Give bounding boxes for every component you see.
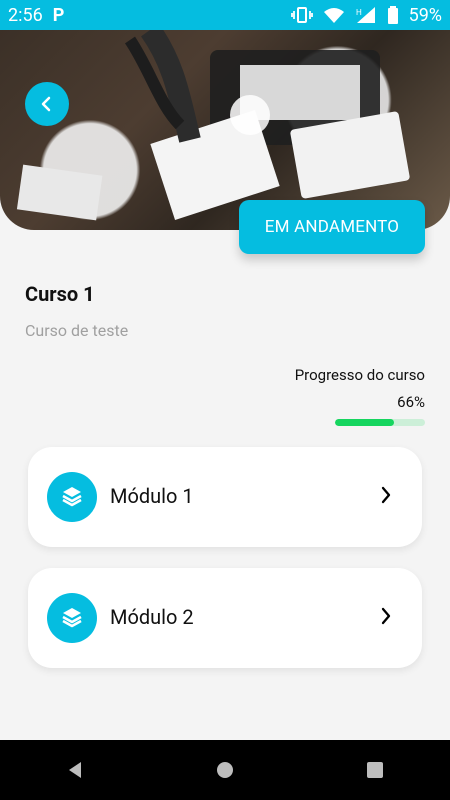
progress-label: Progresso do curso bbox=[294, 366, 425, 384]
recents-square-icon bbox=[367, 762, 383, 778]
chevron-left-icon bbox=[41, 96, 51, 112]
home-circle-icon bbox=[217, 762, 233, 778]
module-card-2[interactable]: Módulo 2 bbox=[28, 568, 422, 668]
layers-icon bbox=[47, 593, 97, 643]
status-left: 2:56 P bbox=[8, 5, 64, 26]
progress-bar bbox=[335, 419, 425, 426]
home-nav-button[interactable] bbox=[203, 748, 247, 792]
course-subtitle: Curso de teste bbox=[25, 321, 129, 340]
parking-icon: P bbox=[52, 4, 65, 26]
course-status-badge: EM ANDAMENTO bbox=[239, 200, 425, 254]
chevron-right-icon bbox=[381, 486, 391, 504]
layers-icon-svg bbox=[62, 487, 82, 507]
battery-icon bbox=[387, 6, 398, 24]
back-nav-button[interactable] bbox=[53, 748, 97, 792]
module-label-2: Módulo 2 bbox=[110, 605, 194, 629]
vibrate-icon bbox=[290, 7, 313, 23]
module-label-1: Módulo 1 bbox=[110, 484, 194, 508]
status-bar: 2:56 P H 59% bbox=[0, 0, 450, 30]
back-triangle-icon bbox=[69, 762, 81, 778]
status-right: H 59% bbox=[290, 4, 442, 26]
module-card-1[interactable]: Módulo 1 bbox=[28, 447, 422, 547]
back-button[interactable] bbox=[25, 82, 69, 126]
layers-icon bbox=[47, 472, 97, 522]
battery-percent: 59% bbox=[408, 4, 442, 26]
svg-text:H: H bbox=[356, 8, 362, 17]
system-navigation-bar bbox=[0, 740, 450, 800]
signal-icon: H bbox=[356, 7, 375, 23]
recents-nav-button[interactable] bbox=[353, 748, 397, 792]
wifi-icon bbox=[323, 8, 344, 23]
progress-value: 66% bbox=[397, 393, 425, 411]
course-title: Curso 1 bbox=[25, 282, 95, 306]
status-icons: H bbox=[290, 5, 399, 25]
progress-fill bbox=[335, 419, 395, 426]
status-time: 2:56 bbox=[8, 4, 43, 26]
chevron-right-icon bbox=[381, 607, 391, 625]
layers-icon-svg bbox=[62, 608, 82, 628]
